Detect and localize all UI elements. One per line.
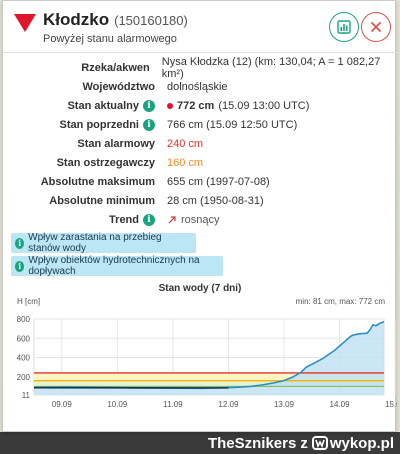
- x-tick-label: 13.09: [274, 400, 295, 409]
- info-row-current-level: Stan aktualny i 772 cm (15.09 13:00 UTC): [3, 96, 397, 115]
- chart-minmax: min: 81 cm, max: 772 cm: [296, 297, 386, 306]
- trend-up-arrow-icon: [168, 215, 176, 223]
- info-value-wrap: rosnący: [161, 214, 220, 226]
- info-label: Trend: [109, 213, 139, 226]
- status-dot-icon: [167, 102, 173, 109]
- info-icon[interactable]: i: [143, 99, 155, 112]
- notice-text: Wpływ zarastania na przebieg stanów wody: [28, 232, 162, 254]
- station-name: Kłodzko: [43, 10, 110, 29]
- station-popup: Kłodzko (150160180) Powyżej stanu alarmo…: [2, 0, 397, 432]
- info-label: Absolutne minimum: [49, 194, 155, 207]
- info-label: Stan poprzedni: [59, 118, 139, 131]
- watermark-author: TheSznikers: [207, 434, 297, 452]
- info-label-wrap: Trend i: [3, 213, 161, 226]
- x-tick-label: 14.09: [330, 400, 351, 409]
- title-block: Kłodzko (150160180) Powyżej stanu alarmo…: [43, 10, 188, 45]
- info-row-warning-level: Stan ostrzegawczy 160 cm: [3, 153, 397, 172]
- info-value-wrap: 772 cm (15.09 13:00 UTC): [161, 100, 309, 112]
- watermark-site: wykop.pl: [329, 434, 394, 452]
- watermark: TheSznikers z wykop.pl: [208, 432, 394, 454]
- info-value: 655 cm (1997-07-08): [167, 175, 270, 188]
- info-icon: i: [15, 260, 25, 272]
- info-value: 766 cm (15.09 12:50 UTC): [167, 118, 298, 131]
- info-row-absolute-max: Absolutne maksimum 655 cm (1997-07-08): [3, 172, 397, 191]
- info-value: 28 cm (1950-08-31): [167, 194, 264, 207]
- info-label: Rzeka/akwen: [81, 61, 150, 74]
- x-tick-label: 11.09: [163, 400, 183, 409]
- wykop-logo-icon: [311, 436, 328, 450]
- chart-title: Stan wody (7 dni): [158, 283, 242, 294]
- trend-value: rosnący: [181, 213, 220, 226]
- info-row-alarm-level: Stan alarmowy 240 cm: [3, 134, 397, 153]
- info-icon[interactable]: i: [143, 213, 155, 226]
- info-icon: i: [15, 237, 25, 249]
- y-tick-label: 400: [17, 354, 31, 363]
- watermark-sep: z: [300, 434, 308, 452]
- close-button[interactable]: [361, 12, 391, 42]
- current-level-value: 772 cm: [177, 99, 215, 112]
- info-row-voivodeship: Województwo dolnośląskie: [3, 77, 397, 96]
- wykop-logo: wykop.pl: [311, 434, 394, 452]
- info-icon[interactable]: i: [143, 118, 155, 131]
- y-tick-label: 11: [22, 391, 31, 400]
- current-level-time: (15.09 13:00 UTC): [218, 99, 310, 112]
- close-icon: [371, 22, 381, 32]
- y-tick-label: 800: [17, 315, 31, 324]
- notice-vegetation[interactable]: i Wpływ zarastania na przebieg stanów wo…: [11, 232, 196, 254]
- info-row-previous-level: Stan poprzedni i 766 cm (15.09 12:50 UTC…: [3, 115, 397, 134]
- info-value: Nysa Kłodzka (12) (km: 130,04; A = 1 082…: [161, 55, 381, 80]
- x-tick-label: 12.09: [218, 400, 239, 409]
- station-id: (150160180): [114, 13, 188, 28]
- info-label-wrap: Stan aktualny i: [3, 99, 161, 112]
- notice-text: Wpływ obiektów hydrotechnicznych na dopł…: [28, 255, 200, 277]
- station-info-table: Rzeka/akwen Nysa Kłodzka (12) (km: 130,0…: [3, 53, 397, 229]
- info-label: Stan aktualny: [67, 99, 139, 112]
- info-row-trend: Trend i rosnący: [3, 210, 397, 229]
- info-label: Absolutne maksimum: [40, 175, 155, 188]
- popup-header: Kłodzko (150160180) Powyżej stanu alarmo…: [3, 1, 397, 53]
- info-value: dolnośląskie: [167, 80, 228, 93]
- notice-hydro-objects[interactable]: i Wpływ obiektów hydrotechnicznych na do…: [11, 255, 223, 277]
- chart-ylabel: H [cm]: [17, 297, 40, 306]
- alert-triangle-icon: [14, 14, 36, 32]
- bar-chart-icon: [337, 20, 351, 34]
- info-label: Województwo: [82, 80, 155, 93]
- info-row-river: Rzeka/akwen Nysa Kłodzka (12) (km: 130,0…: [3, 55, 397, 80]
- info-value: 240 cm: [167, 137, 204, 150]
- x-tick-label: 15.09: [385, 400, 397, 409]
- x-tick-label: 09.09: [52, 400, 73, 409]
- info-row-absolute-min: Absolutne minimum 28 cm (1950-08-31): [3, 191, 397, 210]
- info-value: 160 cm: [167, 156, 204, 169]
- station-status-subtitle: Powyżej stanu alarmowego: [43, 33, 177, 45]
- chart-button[interactable]: [329, 12, 359, 42]
- y-tick-label: 200: [17, 373, 31, 382]
- x-tick-label: 10.09: [107, 400, 128, 409]
- info-label: Stan alarmowy: [77, 137, 155, 150]
- y-tick-label: 600: [17, 334, 31, 343]
- water-level-chart: H [cm] min: 81 cm, max: 772 cm 11 200 400 6…: [17, 297, 397, 409]
- info-label-wrap: Stan poprzedni i: [3, 118, 161, 131]
- info-label: Stan ostrzegawczy: [56, 156, 155, 169]
